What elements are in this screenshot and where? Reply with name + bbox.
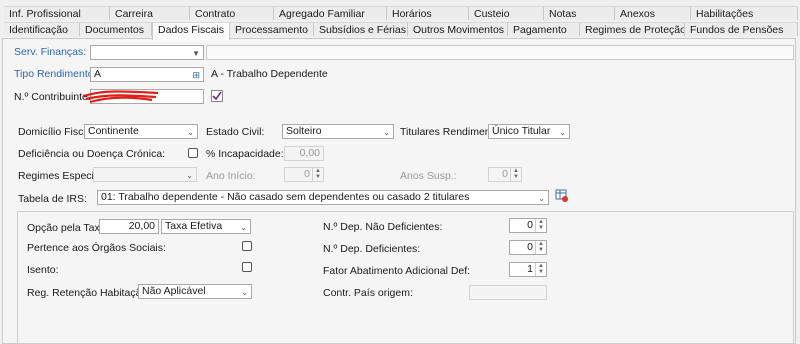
orgaos-sociais-label: Pertence aos Órgãos Sociais: — [27, 242, 166, 254]
chevron-down-icon: ⌄ — [241, 288, 248, 297]
chevron-down-icon: ⌄ — [383, 128, 390, 137]
tab-carreira[interactable]: Carreira — [110, 6, 190, 20]
titulares-select[interactable]: Único Titular ⌄ — [488, 124, 570, 139]
taxa-tipo-value: Taxa Efetiva — [165, 220, 223, 232]
ano-inicio-label: Ano Início: — [206, 170, 256, 182]
chevron-down-icon: ⌄ — [186, 171, 193, 180]
tipo-rendimento-field[interactable]: A ⊞ — [90, 67, 204, 82]
tipo-rendimento-label: Tipo Rendimento: — [14, 68, 97, 80]
regimes-select[interactable]: ⌄ — [93, 167, 197, 182]
tab-habilitacoes[interactable]: Habilitações — [691, 6, 798, 20]
tab-horarios[interactable]: Horários — [387, 6, 469, 20]
reg-retencao-label: Reg. Retenção Habitação: — [27, 287, 151, 299]
isento-checkbox[interactable] — [242, 262, 252, 272]
tab-processamento[interactable]: Processamento — [230, 22, 314, 36]
opcao-taxa-field[interactable]: 20,00 — [99, 219, 159, 234]
isento-label: Isento: — [27, 264, 59, 276]
titulares-label: Titulares Rendimento: — [400, 126, 503, 138]
spinner-icon[interactable]: ▲ ▼ — [535, 241, 546, 254]
chevron-down-icon: ▼ — [192, 49, 200, 58]
tab-outros-movimentos[interactable]: Outros Movimentos — [408, 22, 508, 36]
serv-financas-select[interactable]: ▼ — [90, 45, 204, 60]
dep-def-field[interactable]: 0 ▲ ▼ — [509, 240, 547, 255]
contr-pais-label: Contr. País origem: — [323, 287, 413, 299]
estado-civil-value: Solteiro — [286, 125, 322, 137]
tab-anexos[interactable]: Anexos — [615, 6, 691, 20]
tabela-irs-select[interactable]: 01: Trabalho dependente - Não casado sem… — [97, 190, 549, 205]
orgaos-sociais-checkbox[interactable] — [242, 241, 252, 251]
anos-susp-value: 0 — [502, 168, 508, 180]
fator-value: 1 — [527, 263, 533, 275]
tabela-irs-table-button[interactable] — [555, 189, 569, 203]
spinner-icon[interactable]: ▲ ▼ — [535, 219, 546, 232]
tab-fundos-pensoes[interactable]: Fundos de Pensões — [685, 22, 798, 36]
incapacidade-field[interactable]: 0,00 — [284, 146, 324, 161]
tab-subsidios-ferias[interactable]: Subsídios e Férias — [314, 22, 408, 36]
incapacidade-label: % Incapacidade: — [206, 148, 284, 160]
reg-retencao-select[interactable]: Não Aplicável ⌄ — [138, 284, 252, 299]
contribuinte-label: N.º Contribuinte: — [14, 91, 91, 103]
tabela-irs-label: Tabela de IRS: — [18, 193, 87, 205]
lookup-icon[interactable]: ⊞ — [192, 69, 200, 81]
domicilio-value: Continente — [88, 125, 139, 137]
deficiencia-checkbox[interactable] — [188, 148, 198, 158]
estado-civil-select[interactable]: Solteiro ⌄ — [282, 124, 394, 139]
serv-financas-label: Serv. Finanças: — [14, 46, 87, 58]
edit-contribuinte-button[interactable] — [211, 90, 223, 102]
ano-inicio-value: 0 — [304, 168, 310, 180]
tab-row-top: Inf. Profissional Carreira Contrato Agre… — [0, 6, 800, 21]
chevron-down-icon: ⌄ — [240, 223, 247, 232]
tab-pagamento[interactable]: Pagamento — [508, 22, 580, 36]
tab-inf-profissional[interactable]: Inf. Profissional — [4, 6, 110, 20]
redaction-scribble — [83, 90, 159, 104]
serv-financas-desc-field — [206, 45, 794, 60]
contr-pais-field[interactable] — [469, 285, 547, 300]
reg-retencao-value: Não Aplicável — [142, 285, 206, 297]
tipo-rendimento-desc: A - Trabalho Dependente — [211, 68, 328, 80]
spinner-icon[interactable]: ▲ ▼ — [535, 263, 546, 276]
spinner-icon[interactable]: ▲ ▼ — [510, 168, 521, 181]
tab-regimes-protecao[interactable]: Regimes de Proteção — [580, 22, 685, 36]
dep-nao-def-label: N.º Dep. Não Deficientes: — [323, 221, 443, 233]
anos-susp-label: Anos Susp.: — [400, 170, 457, 182]
estado-civil-label: Estado Civil: — [206, 126, 265, 138]
tabela-irs-value: 01: Trabalho dependente - Não casado sem… — [101, 191, 470, 203]
deficiencia-label: Deficiência ou Doença Crónica: — [18, 148, 166, 160]
dep-def-label: N.º Dep. Deficientes: — [323, 243, 421, 255]
tab-row-bottom: Identificação Documentos Dados Fiscais P… — [0, 22, 800, 40]
anos-susp-field[interactable]: 0 ▲ ▼ — [488, 167, 522, 182]
tab-identificacao[interactable]: Identificação — [4, 22, 80, 36]
fator-label: Fator Abatimento Adicional Def: — [323, 265, 471, 277]
dep-def-value: 0 — [527, 241, 533, 253]
taxa-tipo-select[interactable]: Taxa Efetiva ⌄ — [161, 219, 251, 234]
dep-nao-def-value: 0 — [527, 219, 533, 231]
table-lookup-icon — [555, 189, 568, 202]
tab-custeio[interactable]: Custeio — [469, 6, 544, 20]
pencil-check-icon — [212, 91, 222, 101]
dep-nao-def-field[interactable]: 0 ▲ ▼ — [509, 218, 547, 233]
domicilio-select[interactable]: Continente ⌄ — [84, 124, 198, 139]
domicilio-label: Domicílio Fiscal: — [18, 126, 95, 138]
ano-inicio-field[interactable]: 0 ▲ ▼ — [284, 167, 324, 182]
opcao-taxa-label: Opção pela Taxa: — [27, 222, 109, 234]
tab-contrato[interactable]: Contrato — [190, 6, 274, 20]
tab-agregado-familiar[interactable]: Agregado Familiar — [274, 6, 387, 20]
tipo-rendimento-value: A — [94, 68, 102, 80]
spinner-icon[interactable]: ▲ ▼ — [312, 168, 323, 181]
chevron-down-icon: ⌄ — [187, 128, 194, 137]
chevron-down-icon: ⌄ — [538, 194, 545, 203]
tab-documentos[interactable]: Documentos — [80, 22, 152, 36]
chevron-down-icon: ⌄ — [559, 128, 566, 137]
titulares-value: Único Titular — [492, 125, 551, 137]
tab-notas[interactable]: Notas — [544, 6, 615, 20]
tab-dados-fiscais[interactable]: Dados Fiscais — [152, 22, 230, 40]
fator-field[interactable]: 1 ▲ ▼ — [509, 262, 547, 277]
